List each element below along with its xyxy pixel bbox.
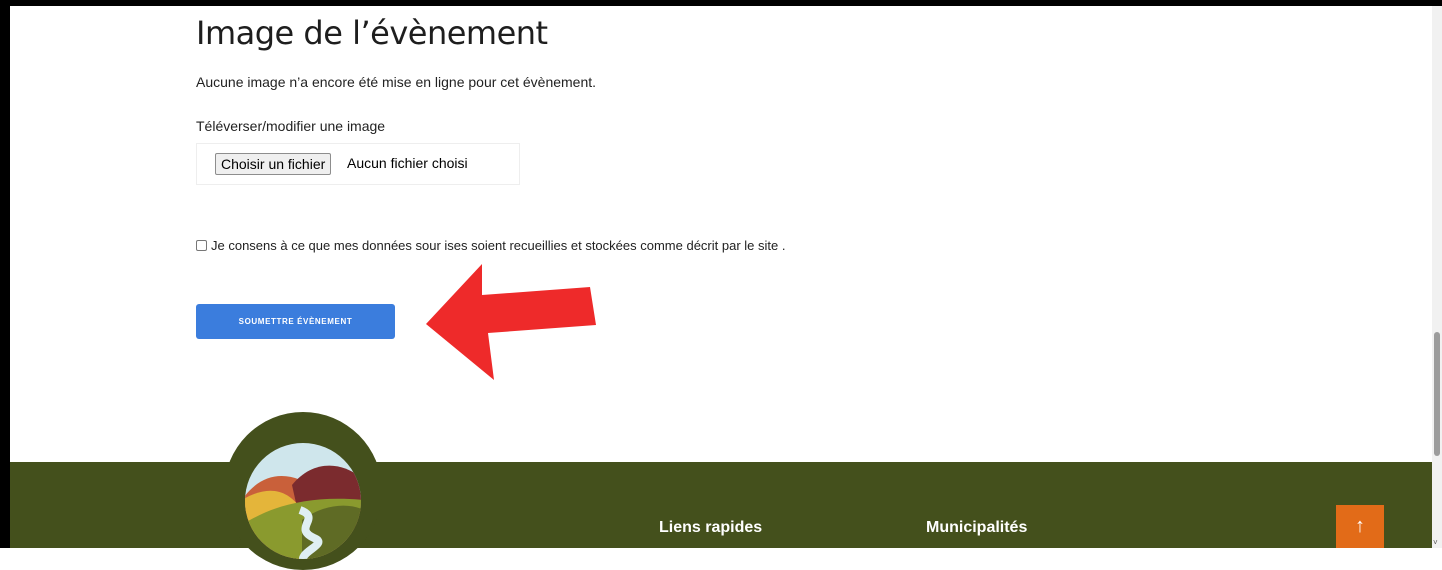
page-scrollbar[interactable]: ˅ — [1432, 6, 1442, 548]
back-to-top-button[interactable]: ↑ — [1336, 505, 1384, 548]
footer-heading-municipalities: Municipalités — [926, 519, 1028, 536]
scrollbar-thumb[interactable] — [1434, 332, 1440, 456]
scroll-down-icon[interactable]: ˅ — [1433, 538, 1438, 548]
site-logo-icon[interactable] — [242, 440, 364, 562]
site-footer: Liens rapides Municipalités — [10, 462, 1432, 548]
footer-heading-quick-links: Liens rapides — [659, 519, 763, 536]
